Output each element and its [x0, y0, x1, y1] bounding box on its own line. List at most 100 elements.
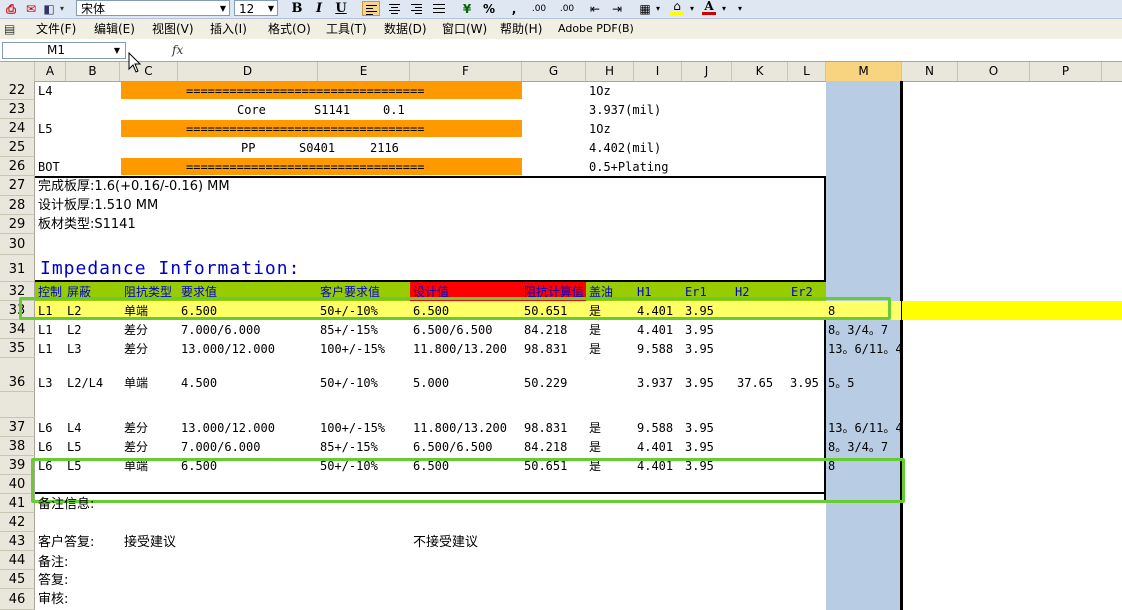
cell-calc[interactable]: 50.229: [524, 375, 567, 391]
dielectric-material[interactable]: S1141: [314, 102, 350, 118]
font-color-icon[interactable]: A: [702, 0, 716, 17]
row-header[interactable]: 23: [0, 100, 35, 119]
dielectric-thickness[interactable]: 4.402(mil): [589, 140, 661, 156]
toolbar-options-icon[interactable]: ▾: [58, 1, 66, 17]
formula-input[interactable]: [190, 42, 1122, 59]
row-header[interactable]: 34: [0, 320, 35, 339]
cell-calc[interactable]: 84.218: [524, 439, 567, 455]
cell-type[interactable]: 差分: [124, 420, 148, 436]
column-header-n[interactable]: N: [902, 62, 958, 81]
row-header[interactable]: 40: [0, 475, 35, 494]
chevron-down-icon[interactable]: ▼: [218, 2, 228, 15]
underline-button[interactable]: U: [332, 0, 350, 17]
cell-h1[interactable]: 4.401: [637, 303, 673, 319]
insert-function-icon[interactable]: fx: [172, 42, 190, 59]
pdf-review-icon[interactable]: ◧: [42, 1, 56, 17]
cell-required[interactable]: 13.000/12.000: [181, 341, 275, 357]
cell-calc[interactable]: 98.831: [524, 341, 567, 357]
cell-customer[interactable]: 100+/-15%: [320, 420, 385, 436]
row-header[interactable]: 43: [0, 532, 35, 551]
menu-tools[interactable]: 工具(T): [326, 21, 367, 37]
menu-file[interactable]: 文件(F): [36, 21, 76, 37]
cell-design[interactable]: 11.800/13.200: [413, 420, 507, 436]
review-label[interactable]: 审核:: [38, 592, 68, 608]
copper-layer-text[interactable]: =================================: [186, 159, 424, 175]
column-header-p[interactable]: P: [1030, 62, 1102, 81]
cell-ctrl[interactable]: L6: [38, 439, 52, 455]
currency-icon[interactable]: ¥: [460, 1, 474, 17]
cell-ctrl[interactable]: L3: [38, 375, 52, 391]
cell-ctrl[interactable]: L1: [38, 341, 52, 357]
cell-design[interactable]: 5.000: [413, 375, 449, 391]
menu-edit[interactable]: 编辑(E): [94, 21, 135, 37]
cell-mask[interactable]: 是: [589, 341, 601, 357]
cell-calc[interactable]: 98.831: [524, 420, 567, 436]
row-header[interactable]: 39: [0, 456, 35, 475]
cell-customer[interactable]: 85+/-15%: [320, 439, 378, 455]
column-header-l[interactable]: L: [788, 62, 826, 81]
menu-help[interactable]: 帮助(H): [500, 21, 542, 37]
row-header[interactable]: 27: [0, 176, 35, 196]
cell-shield[interactable]: L2/L4: [67, 375, 103, 391]
cell-ctrl[interactable]: L6: [38, 420, 52, 436]
copper-weight[interactable]: 1Oz: [589, 121, 611, 137]
column-header-o[interactable]: O: [958, 62, 1030, 81]
column-header-a[interactable]: A: [35, 62, 66, 81]
cell-type[interactable]: 差分: [124, 439, 148, 455]
column-header-g[interactable]: G: [522, 62, 586, 81]
merge-center-button[interactable]: [430, 1, 448, 16]
impedance-title[interactable]: Impedance Information:: [40, 258, 300, 280]
font-name-select[interactable]: 宋体 ▼: [76, 0, 230, 16]
row-header[interactable]: 46: [0, 589, 35, 610]
menu-window[interactable]: 窗口(W): [442, 21, 487, 37]
select-all-corner[interactable]: [0, 62, 35, 81]
cell-type[interactable]: 单端: [124, 303, 148, 319]
cell-design[interactable]: 6.500/6.500: [413, 322, 492, 338]
dielectric-material[interactable]: S0401: [299, 140, 335, 156]
cell-m[interactable]: 8: [828, 303, 835, 319]
column-header-m[interactable]: M: [826, 62, 902, 81]
cell-mask[interactable]: 是: [589, 420, 601, 436]
cell-m[interactable]: 8。3/4。7: [828, 322, 888, 338]
cell-type[interactable]: 单端: [124, 375, 148, 391]
row-header[interactable]: 45: [0, 570, 35, 589]
cell-ctrl[interactable]: L1: [38, 322, 52, 338]
layer-label[interactable]: L5: [38, 121, 52, 137]
cell-m[interactable]: 13。6/11。4: [828, 341, 900, 357]
layer-label[interactable]: BOT: [38, 159, 60, 175]
design-thickness[interactable]: 设计板厚:1.510 MM: [38, 198, 158, 214]
align-center-button[interactable]: [386, 1, 404, 16]
app-icon[interactable]: ▤: [4, 21, 15, 37]
row-header[interactable]: 25: [0, 138, 35, 157]
align-left-button[interactable]: [362, 1, 380, 16]
menu-view[interactable]: 视图(V): [152, 21, 194, 37]
bold-button[interactable]: B: [288, 0, 306, 17]
cell-h2[interactable]: 37.65: [737, 375, 773, 391]
cell-ctrl[interactable]: L1: [38, 303, 52, 319]
borders-icon[interactable]: ▦: [638, 1, 652, 17]
cell-calc[interactable]: 84.218: [524, 322, 567, 338]
cell-shield[interactable]: L2: [67, 322, 81, 338]
row-header[interactable]: 44: [0, 551, 35, 570]
cell-er1[interactable]: 3.95: [685, 375, 714, 391]
dielectric-type[interactable]: Core: [237, 102, 266, 118]
cell-required[interactable]: 4.500: [181, 375, 217, 391]
cell-er1[interactable]: 3.95: [685, 322, 714, 338]
cell-h1[interactable]: 9.588: [637, 420, 673, 436]
cell-m[interactable]: 8。3/4。7: [828, 439, 888, 455]
column-header-h[interactable]: H: [586, 62, 634, 81]
row-header[interactable]: 28: [0, 196, 35, 215]
copper-weight[interactable]: 0.5+Plating: [589, 159, 668, 175]
row-header[interactable]: 24: [0, 119, 35, 138]
percent-button[interactable]: %: [482, 1, 496, 17]
cell-h1[interactable]: 4.401: [637, 322, 673, 338]
decrease-indent-icon[interactable]: ⇤: [588, 1, 602, 17]
material-type[interactable]: 板材类型:S1141: [38, 217, 136, 233]
row-header[interactable]: 26: [0, 157, 35, 176]
cell-required[interactable]: 7.000/6.000: [181, 439, 260, 455]
accept-suggestion[interactable]: 接受建议: [124, 535, 176, 551]
font-size-select[interactable]: 12 ▼: [234, 0, 278, 16]
decrease-decimal-button[interactable]: .00: [556, 1, 578, 17]
chevron-down-icon[interactable]: ▾: [720, 1, 728, 17]
name-box[interactable]: M1 ▼: [2, 42, 126, 59]
